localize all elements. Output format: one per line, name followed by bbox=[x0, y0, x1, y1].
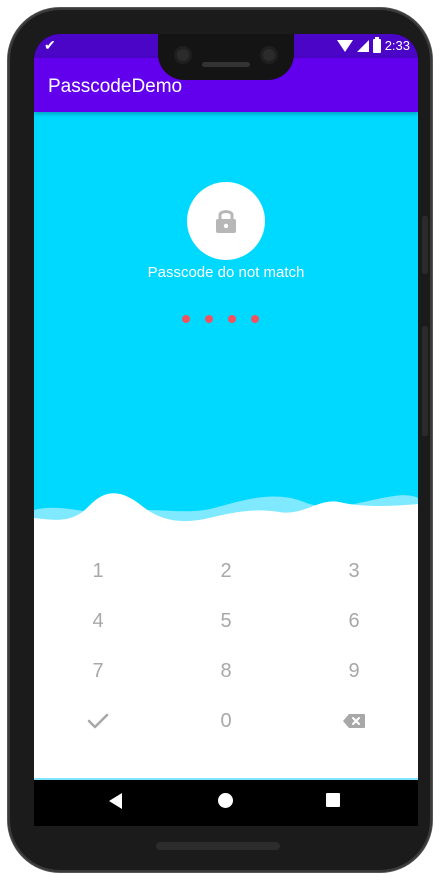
key-7[interactable]: 7 bbox=[34, 646, 162, 696]
home-icon[interactable] bbox=[218, 793, 233, 808]
key-4[interactable]: 4 bbox=[34, 596, 162, 646]
keypad-row: 0 bbox=[34, 696, 418, 746]
back-icon[interactable] bbox=[109, 793, 122, 809]
phone-speaker-bar bbox=[156, 842, 280, 850]
passcode-screen: Passcode do not match 1 2 3 4 5 6 7 8 9 … bbox=[34, 112, 418, 779]
lock-badge bbox=[187, 182, 265, 260]
passcode-dot bbox=[228, 315, 236, 323]
battery-icon bbox=[372, 36, 381, 53]
key-1[interactable]: 1 bbox=[34, 546, 162, 596]
wifi-icon bbox=[336, 39, 353, 52]
checkmark-icon bbox=[87, 713, 109, 729]
power-button bbox=[422, 216, 428, 274]
key-6[interactable]: 6 bbox=[290, 596, 418, 646]
key-8[interactable]: 8 bbox=[162, 646, 290, 696]
passcode-message: Passcode do not match bbox=[147, 264, 305, 281]
signal-icon bbox=[356, 39, 369, 52]
number-keypad: 1 2 3 4 5 6 7 8 9 0 bbox=[34, 546, 418, 746]
recents-icon[interactable] bbox=[326, 793, 340, 807]
passcode-dot bbox=[251, 315, 259, 323]
camera-icon bbox=[260, 46, 278, 64]
screen: ✔ 2:33 PasscodeDemo Passcode do not matc… bbox=[34, 34, 418, 826]
key-3[interactable]: 3 bbox=[290, 546, 418, 596]
keypad-row: 4 5 6 bbox=[34, 596, 418, 646]
volume-button bbox=[422, 326, 428, 436]
key-5[interactable]: 5 bbox=[162, 596, 290, 646]
app-title: PasscodeDemo bbox=[48, 76, 183, 97]
backspace-icon bbox=[343, 714, 365, 728]
backspace-button[interactable] bbox=[290, 696, 418, 746]
passcode-dots bbox=[182, 315, 259, 323]
confirm-button[interactable] bbox=[34, 696, 162, 746]
navigation-bar bbox=[34, 780, 418, 826]
keypad-row: 1 2 3 bbox=[34, 546, 418, 596]
key-9[interactable]: 9 bbox=[290, 646, 418, 696]
status-time: 2:33 bbox=[384, 38, 410, 53]
camera-icon bbox=[174, 46, 192, 64]
check-icon: ✔ bbox=[44, 37, 56, 53]
passcode-dot bbox=[182, 315, 190, 323]
wave-decoration bbox=[34, 493, 418, 552]
status-icons: 2:33 bbox=[336, 36, 410, 53]
passcode-dot bbox=[205, 315, 213, 323]
phone-frame: ✔ 2:33 PasscodeDemo Passcode do not matc… bbox=[8, 8, 432, 872]
keypad-row: 7 8 9 bbox=[34, 646, 418, 696]
speaker-grille bbox=[202, 62, 250, 67]
camera-notch bbox=[158, 34, 294, 80]
key-0[interactable]: 0 bbox=[162, 696, 290, 746]
lock-icon bbox=[216, 210, 236, 233]
key-2[interactable]: 2 bbox=[162, 546, 290, 596]
